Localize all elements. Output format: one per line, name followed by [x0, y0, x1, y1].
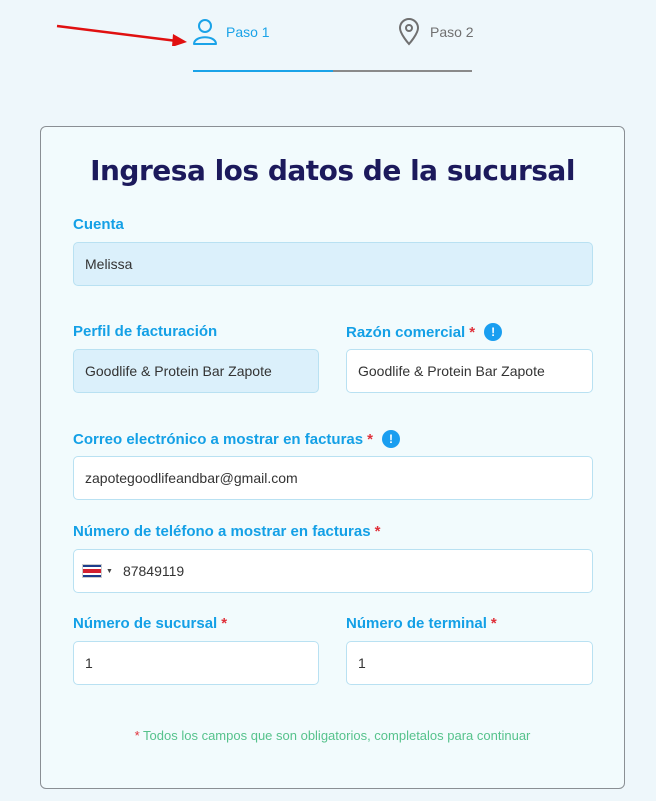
stepper: Paso 1 Paso 2 [0, 0, 656, 80]
terminal-value: 1 [358, 655, 366, 671]
sucursal-label: Número de sucursal * [73, 615, 227, 632]
required-mark: * [490, 615, 497, 632]
perfil-value: Goodlife & Protein Bar Zapote [85, 363, 272, 379]
required-mark: * [367, 430, 373, 448]
required-mark: * [134, 728, 140, 743]
perfil-label: Perfil de facturación [73, 323, 217, 340]
step-2[interactable]: Paso 2 [396, 18, 474, 46]
user-icon [193, 19, 217, 45]
razon-value: Goodlife & Protein Bar Zapote [358, 363, 545, 379]
correo-input[interactable]: zapotegoodlifeandbar@gmail.com [73, 456, 593, 500]
terminal-label-text: Número de terminal [346, 615, 487, 632]
footnote-text: Todos los campos que son obligatorios, c… [143, 728, 531, 743]
branch-form-card: Ingresa los datos de la sucursal Cuenta … [40, 126, 625, 789]
required-mark: * [374, 523, 381, 540]
razon-label: Razón comercial * ! [346, 323, 503, 341]
telefono-value: 87849119 [122, 563, 185, 579]
step-2-label: Paso 2 [430, 24, 474, 40]
chevron-down-icon[interactable]: ▼ [106, 568, 113, 575]
info-icon[interactable]: ! [381, 430, 400, 448]
sucursal-value: 1 [85, 655, 93, 671]
info-icon[interactable]: ! [484, 323, 503, 341]
progress-track-active [193, 70, 333, 72]
form-title: Ingresa los datos de la sucursal [90, 154, 575, 187]
terminal-label: Número de terminal * [346, 615, 497, 632]
sucursal-label-text: Número de sucursal [73, 615, 218, 632]
perfil-label-text: Perfil de facturación [73, 323, 218, 340]
progress-track-remaining [333, 70, 472, 72]
annotation-arrow [56, 24, 187, 46]
cuenta-label: Cuenta [73, 216, 124, 233]
step-1-label: Paso 1 [226, 24, 270, 40]
correo-value: zapotegoodlifeandbar@gmail.com [85, 470, 298, 486]
required-mark: * [221, 615, 228, 632]
razon-input[interactable]: Goodlife & Protein Bar Zapote [346, 349, 593, 393]
required-mark: * [469, 323, 476, 341]
required-fields-note: * Todos los campos que son obligatorios,… [41, 728, 624, 743]
cuenta-field: Melissa [73, 242, 593, 286]
step-1[interactable]: Paso 1 [192, 18, 270, 46]
terminal-input[interactable]: 1 [346, 641, 593, 685]
map-pin-icon [398, 18, 420, 46]
telefono-input[interactable]: ▼ 87849119 [73, 549, 593, 593]
perfil-field: Goodlife & Protein Bar Zapote [73, 349, 319, 393]
telefono-label-text: Número de teléfono a mostrar en facturas [73, 523, 371, 540]
razon-label-text: Razón comercial [346, 323, 466, 341]
cuenta-value: Melissa [85, 256, 133, 272]
correo-label: Correo electrónico a mostrar en facturas… [73, 430, 400, 448]
telefono-label: Número de teléfono a mostrar en facturas… [73, 523, 380, 540]
cuenta-label-text: Cuenta [73, 216, 124, 233]
costa-rica-flag-icon[interactable] [82, 564, 102, 578]
correo-label-text: Correo electrónico a mostrar en facturas [73, 430, 364, 448]
sucursal-input[interactable]: 1 [73, 641, 319, 685]
